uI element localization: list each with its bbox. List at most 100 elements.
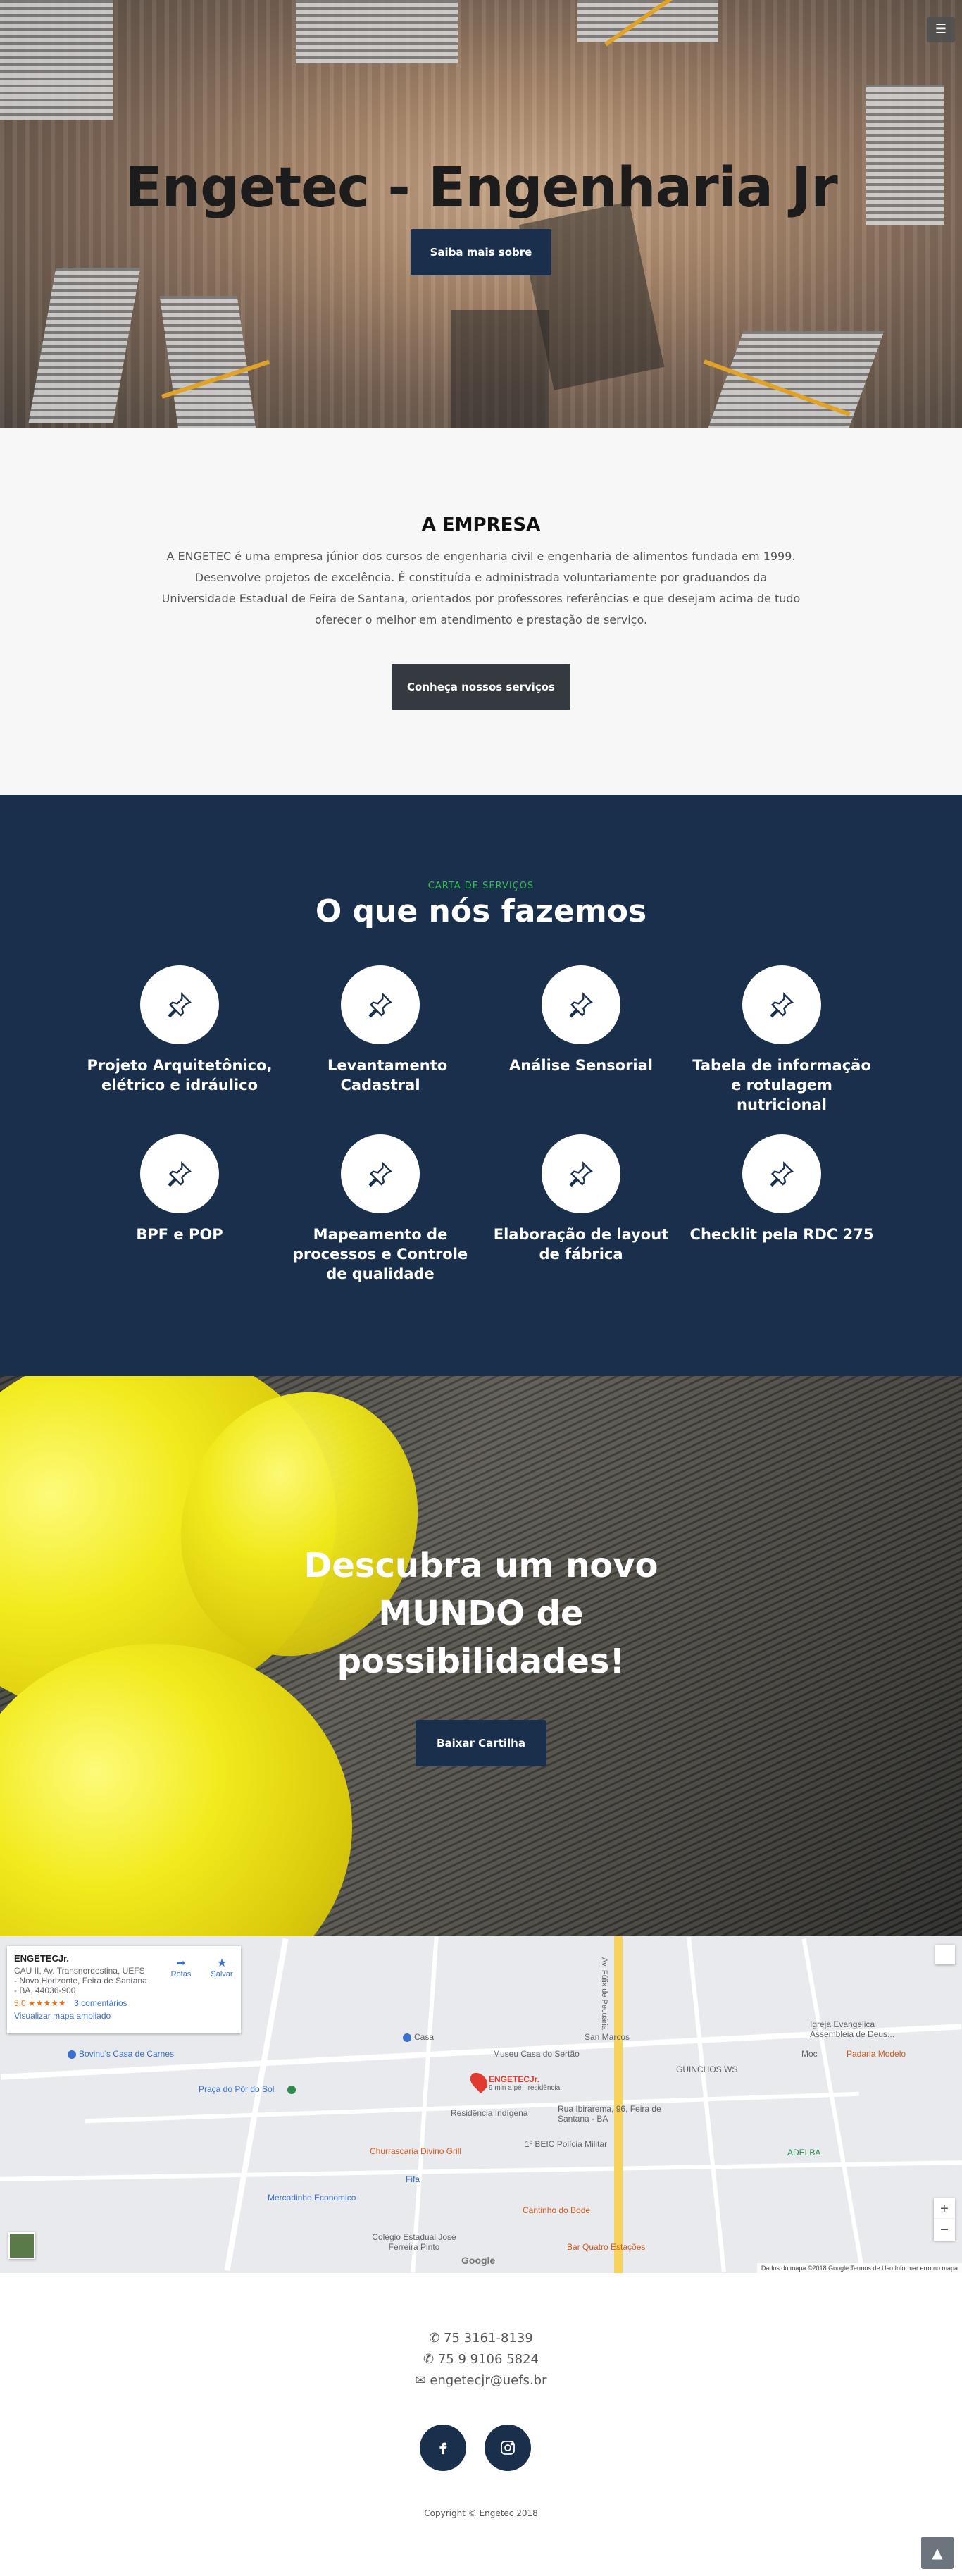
service-icon-circle [140, 965, 219, 1044]
service-title: Tabela de informação e rotulagem nutrici… [692, 1057, 871, 1113]
pushpin-icon [368, 1161, 393, 1187]
service-title: BPF e POP [136, 1226, 223, 1243]
map-label-engetec: ENGETECJr. [489, 2074, 540, 2084]
about-heading: A EMPRESA [421, 514, 541, 535]
helmet-photo-element [0, 1644, 352, 1936]
service-icon-circle [742, 1134, 821, 1213]
back-to-top-button[interactable]: ▲ [921, 2537, 954, 2569]
map-section[interactable]: ENGETECJr. CAU II, Av. Transnordestina, … [0, 1936, 962, 2273]
service-item: Elaboração de layout de fábrica [486, 1134, 676, 1264]
discover-heading: Descubra um novo MUNDO de possibilidades… [304, 1546, 658, 1681]
service-icon-circle [542, 1134, 620, 1213]
map-label-igreja: Igreja Evangelica Assembleia de Deus... [810, 2019, 895, 2039]
service-icon-circle [742, 965, 821, 1044]
poi-marker [403, 2033, 411, 2042]
google-logo: Google [461, 2255, 496, 2266]
phone-icon: ✆ [429, 2331, 440, 2346]
envelope-icon: ✉ [415, 2373, 426, 2388]
email-row: ✉ engetecjr@uefs.br [0, 2373, 962, 2388]
map-label-bar: Bar Quatro Estações [567, 2242, 646, 2252]
services-button[interactable]: Conheça nossos serviços [392, 664, 570, 710]
larger-map-link[interactable]: Visualizar mapa ampliado [14, 2011, 234, 2021]
about-section: A EMPRESA A ENGETEC é uma empresa júnior… [0, 428, 962, 795]
building-photo-element [296, 0, 458, 63]
save-label: Salvar [211, 1970, 233, 1979]
map-label-fifa: Fifa [406, 2174, 420, 2184]
service-icon-circle [341, 965, 420, 1044]
map-road [0, 2160, 962, 2181]
map-attribution[interactable]: Dados do mapa ©2018 Google Termos de Uso… [756, 2263, 962, 2273]
service-item: BPF e POP [85, 1134, 275, 1244]
map-label-praca: Praça do Pôr do Sol [199, 2084, 275, 2094]
email-link[interactable]: engetecjr@uefs.br [430, 2373, 546, 2388]
pushpin-icon [368, 992, 393, 1018]
pushpin-icon [569, 992, 594, 1018]
place-comments-link[interactable]: 3 comentários [74, 1998, 127, 2008]
services-heading: O que nós fazemos [315, 893, 647, 929]
service-item: Projeto Arquitetônico, elétrico e idrául… [85, 965, 275, 1095]
instagram-icon[interactable] [485, 2425, 531, 2471]
phone-row-1: ✆ 75 3161-8139 [0, 2331, 962, 2346]
menu-icon[interactable]: ☰ [927, 17, 955, 42]
map-label-museu: Museu Casa do Sertão [493, 2049, 580, 2059]
directions-icon: ➦ [176, 1957, 186, 1969]
save-place-button[interactable]: ★ Salvar [204, 1956, 239, 1979]
pushpin-icon [770, 1161, 794, 1187]
directions-button[interactable]: ➦ Rotas [163, 1956, 199, 1979]
pushpin-icon [569, 1161, 594, 1187]
hero-section: Engetec - Engenharia Jr Saiba mais sobre… [0, 0, 962, 428]
building-photo-element [28, 268, 141, 423]
map-label-moc: Moc [801, 2049, 818, 2059]
service-item: Checklit pela RDC 275 [687, 1134, 877, 1244]
hero-title: Engetec - Engenharia Jr [125, 156, 837, 220]
map-label-bovinus: Bovinu's Casa de Carnes [79, 2049, 175, 2059]
service-item: Análise Sensorial [486, 965, 676, 1075]
location-pin-icon[interactable] [467, 2069, 491, 2093]
service-title: Análise Sensorial [509, 1057, 653, 1074]
map-label-casa: Casa [414, 2032, 435, 2042]
site-footer: ✆ 75 3161-8139 ✆ 75 9 9106 5824 ✉ engete… [0, 2273, 962, 2576]
phone-icon: ✆ [423, 2352, 435, 2367]
about-text: A ENGETEC é uma empresa júnior dos curso… [161, 550, 801, 626]
map-label-guinchos: GUINCHOS WS [676, 2064, 738, 2074]
service-title: Mapeamento de processos e Controle de qu… [292, 1226, 468, 1282]
building-photo-element [0, 0, 113, 120]
service-icon-circle [140, 1134, 219, 1213]
service-title: Projeto Arquitetônico, elétrico e idrául… [87, 1057, 273, 1094]
map-road [85, 2091, 859, 2124]
map-label-residencia: Residência Indígena [451, 2108, 528, 2118]
learn-more-button[interactable]: Saiba mais sobre [411, 229, 551, 275]
map-label-mercadinho: Mercadinho Economico [268, 2193, 356, 2203]
map-road [411, 1936, 439, 2273]
service-title: Elaboração de layout de fábrica [493, 1226, 669, 1263]
fullscreen-icon[interactable] [935, 1945, 955, 1964]
satellite-toggle[interactable] [8, 2232, 35, 2259]
map-road [801, 1938, 865, 2271]
zoom-in-button[interactable]: + [934, 2198, 955, 2219]
building-photo-element [159, 296, 256, 428]
directions-label: Rotas [170, 1970, 192, 1979]
phone-2[interactable]: 75 9 9106 5824 [438, 2352, 539, 2367]
download-booklet-button[interactable]: Baixar Cartilha [416, 1720, 546, 1766]
star-icon: ★ [216, 1957, 227, 1969]
facebook-glyph [439, 2442, 447, 2455]
map-label-beic: 1º BEIC Polícia Militar [525, 2139, 608, 2149]
service-item: Mapeamento de processos e Controle de qu… [285, 1134, 475, 1284]
place-rating-row: 5,0 ★★★★★ 3 comentários [14, 1998, 234, 2008]
services-section: CARTA DE SERVIÇOS O que nós fazemos Proj… [0, 795, 962, 1376]
service-item: Levantamento Cadastral [285, 965, 475, 1095]
discover-section: Descubra um novo MUNDO de possibilidades… [0, 1376, 962, 1936]
service-title: Levantamento Cadastral [327, 1057, 448, 1094]
map-road [687, 1936, 726, 2273]
map-label-churrascaria: Churrascaria Divino Grill [370, 2146, 462, 2156]
service-icon-circle [542, 965, 620, 1044]
phone-1[interactable]: 75 3161-8139 [444, 2331, 533, 2346]
pushpin-icon [168, 1161, 192, 1187]
instagram-glyph [501, 2441, 515, 2455]
facebook-icon[interactable] [420, 2425, 466, 2471]
service-icon-circle [341, 1134, 420, 1213]
place-name: ENGETECJr. [14, 1953, 70, 1964]
map-label-avenue: Av. Fúlix de Pecuária [600, 1957, 608, 2030]
zoom-out-button[interactable]: − [934, 2219, 955, 2241]
map-label-colegio: Colégio Estadual José Ferreira Pinto [372, 2232, 456, 2252]
